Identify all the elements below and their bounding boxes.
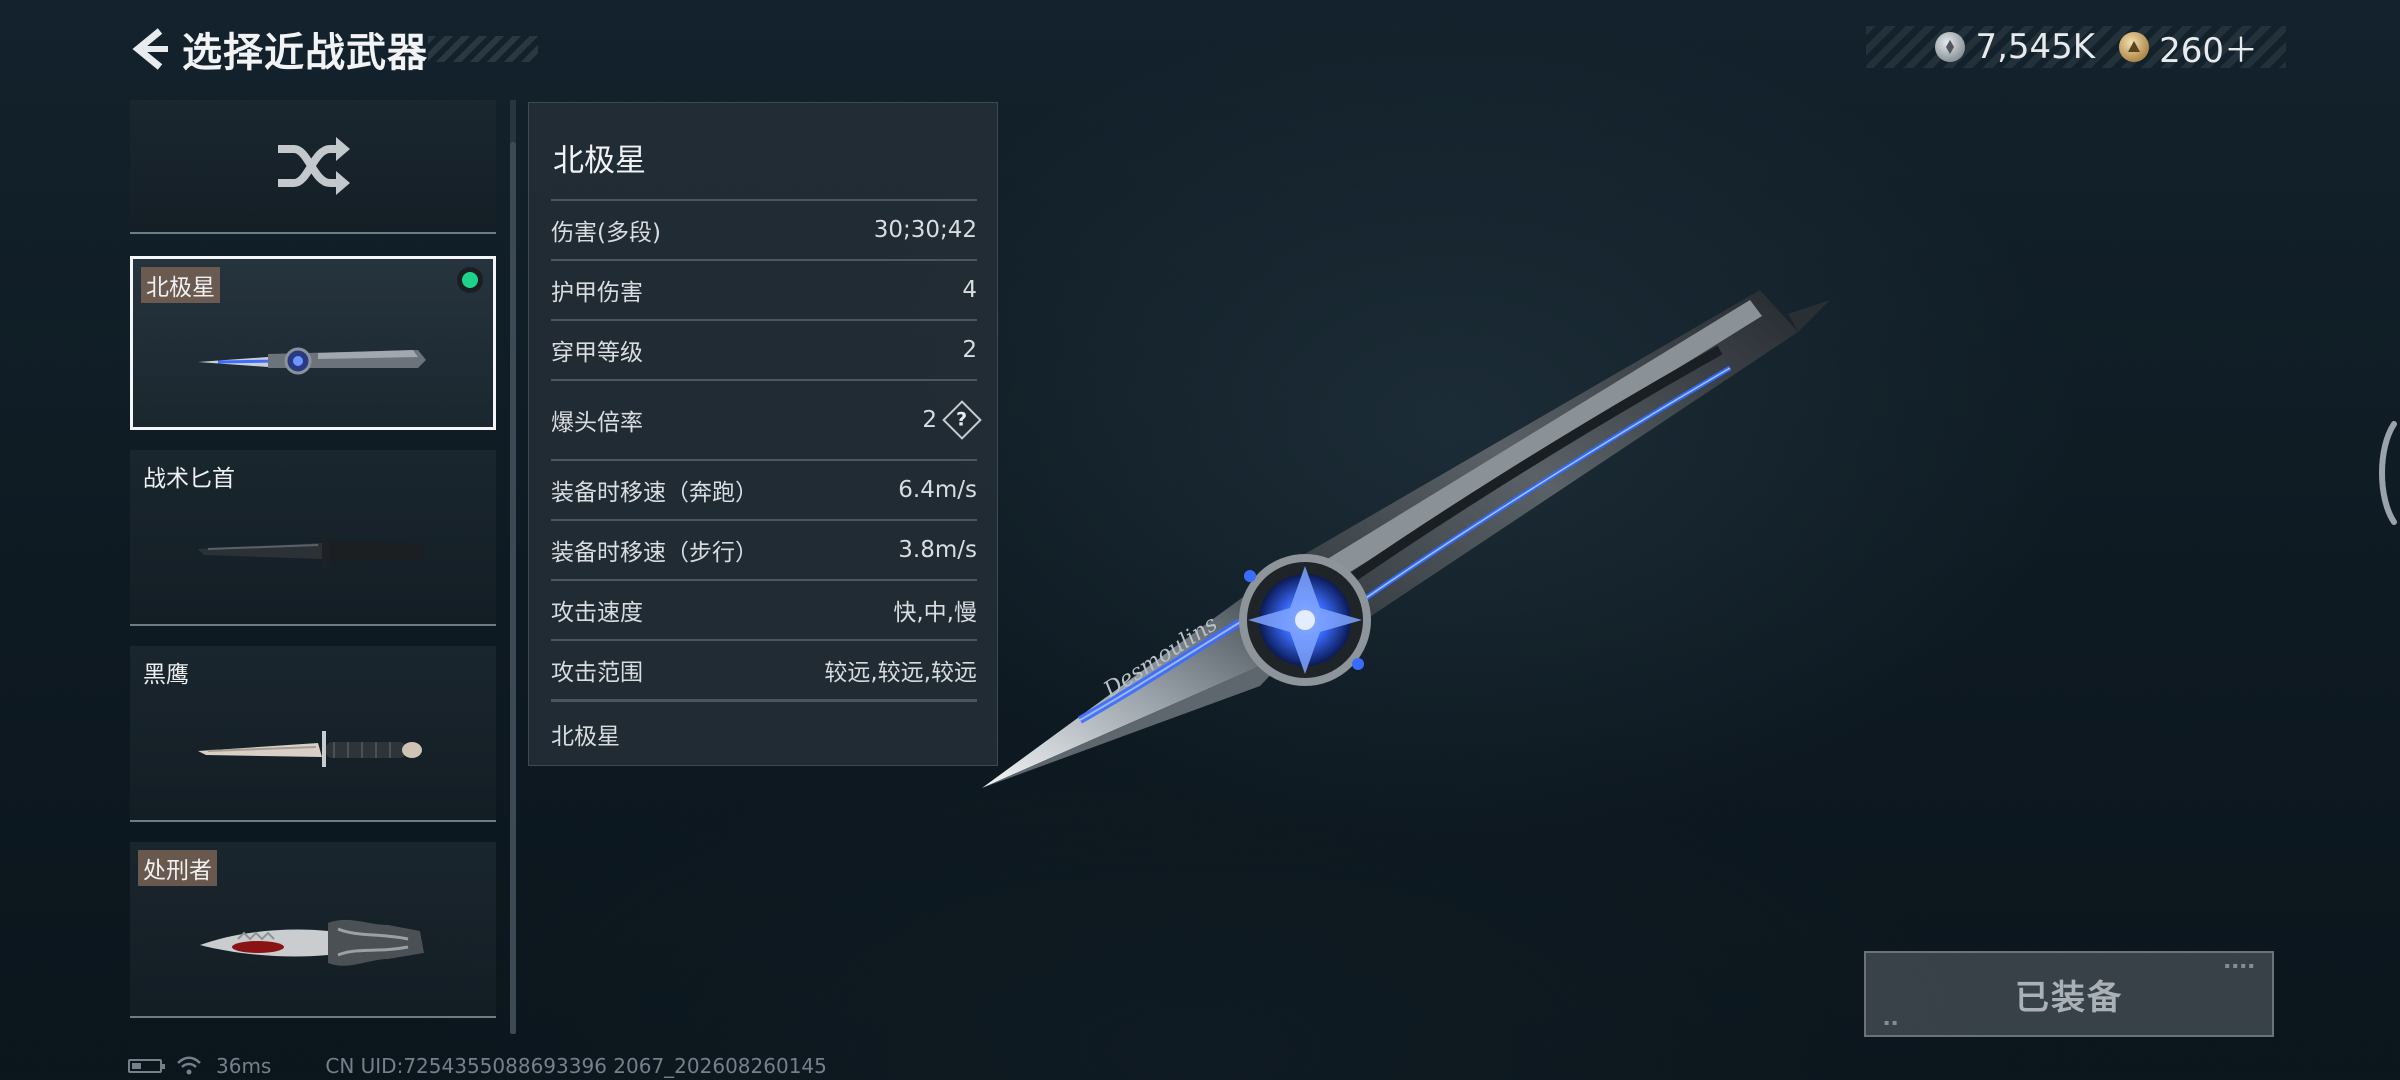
stat-value: 较远,较远,较远 xyxy=(824,660,977,686)
stat-label: 攻击范围 xyxy=(551,660,643,686)
weapon-name: 北极星 xyxy=(553,143,646,179)
weapon-card-label: 北极星 xyxy=(141,267,220,303)
black-hawk-thumbnail xyxy=(190,714,436,784)
weapon-card-label: 黑鹰 xyxy=(143,662,189,688)
stat-label: 攻击速度 xyxy=(551,600,643,626)
stat-label: 装备时移速（奔跑） xyxy=(551,480,758,506)
currency-bar: 7,545K 260＋ xyxy=(1866,26,2286,71)
gold-coin-icon xyxy=(2119,32,2150,62)
stat-label: 爆头倍率 xyxy=(551,410,643,436)
stat-row-damage: 伤害(多段) 30;30;42 xyxy=(551,199,977,259)
stat-label: 穿甲等级 xyxy=(551,340,643,366)
weapon-card-black-hawk[interactable]: 黑鹰 xyxy=(130,646,496,822)
weapon-stats-panel: 北极星 伤害(多段) 30;30;42 护甲伤害 4 穿甲等级 2 爆头倍率 2… xyxy=(528,102,998,766)
random-weapon-button[interactable] xyxy=(130,100,496,234)
executioner-thumbnail xyxy=(190,906,436,986)
stat-row-armor-penetration: 穿甲等级 2 xyxy=(551,319,977,379)
stat-row-attack-range: 攻击范围 较远,较远,较远 xyxy=(551,639,977,699)
silver-amount: 7,545K xyxy=(1975,27,2096,67)
stat-label: 伤害(多段) xyxy=(551,220,661,246)
stats-table: 伤害(多段) 30;30;42 护甲伤害 4 穿甲等级 2 爆头倍率 2 ? 装… xyxy=(551,199,982,766)
weapon-card-label: 战术匕首 xyxy=(143,466,235,492)
list-scrollbar-track-top xyxy=(510,100,516,142)
skin-name: 北极星 xyxy=(551,724,620,750)
polaris-thumbnail xyxy=(193,325,433,395)
list-scrollbar[interactable] xyxy=(510,142,516,1034)
stat-row-armor-damage: 护甲伤害 4 xyxy=(551,259,977,319)
back-arrow-icon xyxy=(132,28,168,70)
equipped-button-label: 已装备 xyxy=(2015,977,2123,1018)
weapon-preview-knife[interactable]: Desmoulins xyxy=(960,280,1840,820)
wifi-icon xyxy=(177,1056,201,1075)
user-uid: CN UID:7254355088693396 2067_20260826014… xyxy=(325,1054,827,1078)
status-footer: 36ms CN UID:7254355088693396 2067_202608… xyxy=(128,1054,827,1078)
weapon-card-tactical-knife[interactable]: 战术匕首 xyxy=(130,450,496,626)
back-button[interactable] xyxy=(128,24,172,74)
tactical-knife-thumbnail xyxy=(190,518,436,588)
stat-label: 装备时移速（步行） xyxy=(551,540,758,566)
stat-row-attack-speed: 攻击速度 快,中,慢 xyxy=(551,579,977,639)
gold-amount: 260＋ xyxy=(2159,30,2258,71)
header: 选择近战武器 xyxy=(128,20,538,78)
stat-label: 护甲伤害 xyxy=(551,280,643,306)
battery-icon xyxy=(128,1059,165,1073)
knife-guard-emblem xyxy=(1239,554,1371,686)
equipped-button[interactable]: ▪ ▪ ▪ ▪ ▪ ▪ 已装备 xyxy=(1864,951,2274,1037)
stat-row-walk-speed: 装备时移速（步行） 3.8m/s xyxy=(551,519,977,579)
stat-row-skin-name: 北极星 xyxy=(551,699,977,766)
stat-row-run-speed: 装备时移速（奔跑） 6.4m/s xyxy=(551,459,977,519)
stat-value: 2 xyxy=(922,407,937,433)
weapon-card-polaris[interactable]: 北极星 xyxy=(130,256,496,430)
equipped-indicator xyxy=(457,267,483,293)
stat-row-headshot-multiplier: 爆头倍率 2 ? xyxy=(551,379,982,459)
stat-value: 30;30;42 xyxy=(873,217,977,243)
weapon-list: 北极星 战术匕首 黑鹰 处刑者 xyxy=(130,100,498,1025)
shuffle-icon xyxy=(278,137,350,195)
ping-value: 36ms xyxy=(216,1054,272,1078)
side-panel-handle[interactable] xyxy=(2368,418,2400,528)
weapon-card-label: 处刑者 xyxy=(138,850,217,886)
page-title: 选择近战武器 xyxy=(182,20,538,78)
weapon-card-executioner[interactable]: 处刑者 xyxy=(130,842,496,1018)
silver-coin-icon xyxy=(1935,32,1966,62)
